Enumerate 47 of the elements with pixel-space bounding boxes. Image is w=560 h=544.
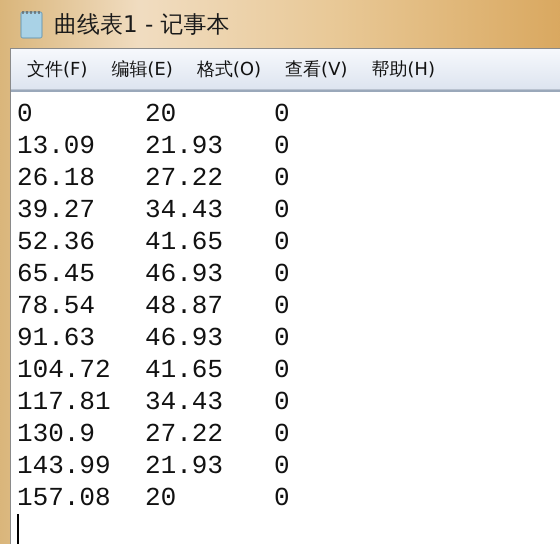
- text-value: 143.99: [17, 451, 112, 481]
- text-value: 91.63: [17, 323, 96, 353]
- text-value: 34.43: [145, 387, 224, 417]
- text-value: 20: [145, 483, 178, 513]
- text-value: 157.08: [17, 483, 112, 513]
- text-value: 0: [274, 227, 291, 257]
- text-value: 48.87: [145, 291, 224, 321]
- text-value: 20: [145, 99, 178, 129]
- menu-item[interactable]: 编辑(E): [101, 57, 183, 81]
- text-value: 27.22: [145, 163, 224, 193]
- notepad-icon: [20, 9, 44, 39]
- menu-item[interactable]: 格式(O): [186, 57, 272, 81]
- text-value: 46.93: [145, 259, 224, 289]
- text-value: 0: [274, 291, 291, 321]
- text-value: 46.93: [145, 323, 224, 353]
- text-value: 0: [274, 163, 291, 193]
- text-value: 0: [274, 259, 291, 289]
- text-value: 52.36: [17, 227, 96, 257]
- text-value: 0: [274, 131, 291, 161]
- text-value: 0: [274, 451, 291, 481]
- text-value: 0: [274, 355, 291, 385]
- text-value: 0: [274, 419, 291, 449]
- text-value: 13.09: [17, 131, 96, 161]
- text-value: 130.9: [17, 419, 96, 449]
- text-value: 0: [274, 387, 291, 417]
- text-value: 117.81: [17, 387, 112, 417]
- text-value: 21.93: [145, 131, 224, 161]
- text-value: 27.22: [145, 419, 224, 449]
- text-value: 78.54: [17, 291, 96, 321]
- text-value: 39.27: [17, 195, 96, 225]
- text-value: 21.93: [145, 451, 224, 481]
- text-value: 34.43: [145, 195, 224, 225]
- text-value: 0: [274, 323, 291, 353]
- text-value: 41.65: [145, 227, 224, 257]
- menu-item[interactable]: 文件(F): [17, 57, 98, 81]
- text-value: 0: [274, 483, 291, 513]
- menu-item[interactable]: 帮助(H): [361, 57, 445, 81]
- window-title: 曲线表1 - 记事本: [54, 10, 230, 40]
- text-value: 26.18: [17, 163, 96, 193]
- text-value: 41.65: [145, 355, 224, 385]
- text-value: 65.45: [17, 259, 96, 289]
- text-value: 0: [274, 99, 291, 129]
- text-value: 0: [17, 99, 34, 129]
- text-value: 0: [274, 195, 291, 225]
- menu-item[interactable]: 查看(V): [275, 57, 358, 81]
- text-cursor: [17, 514, 19, 544]
- text-value: 104.72: [17, 355, 112, 385]
